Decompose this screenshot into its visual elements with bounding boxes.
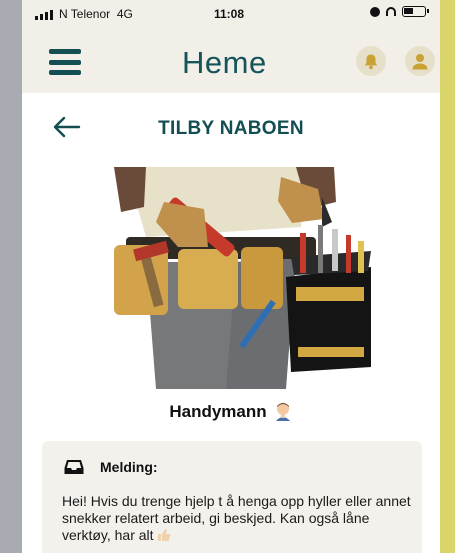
left-background [0, 0, 22, 553]
headphones-icon [386, 7, 396, 16]
bell-icon[interactable] [356, 46, 386, 76]
phone-screen: N Telenor 4G 11:08 Heme TILBY NABOEN Han… [22, 0, 440, 553]
message-label: Melding: [100, 459, 158, 475]
menu-icon[interactable] [49, 49, 81, 75]
title-row: TILBY NABOEN [22, 93, 440, 163]
message-text: Hei! Hvis du trenge hjelp t å henga opp … [62, 493, 411, 543]
app-header: Heme [22, 28, 440, 93]
service-title: Handymann [22, 401, 440, 422]
inbox-icon [64, 460, 84, 474]
alarm-icon [370, 6, 380, 17]
thumbs-up-emoji [158, 529, 171, 541]
handyman-image [86, 167, 376, 389]
message-card: Melding: Hei! Hvis du trenge hjelp t å h… [42, 441, 422, 553]
app-logo[interactable]: Heme [182, 45, 267, 81]
clock: 11:08 [214, 7, 245, 21]
carrier-label: N Telenor 4G [59, 7, 133, 21]
status-bar: N Telenor 4G 11:08 [22, 0, 440, 28]
signal-icon [35, 10, 53, 20]
page-title: TILBY NABOEN [158, 118, 304, 139]
mechanic-emoji [273, 401, 293, 421]
service-name: Handymann [169, 402, 267, 421]
user-icon[interactable] [405, 46, 435, 76]
battery-icon [402, 6, 429, 17]
right-background [440, 0, 455, 553]
